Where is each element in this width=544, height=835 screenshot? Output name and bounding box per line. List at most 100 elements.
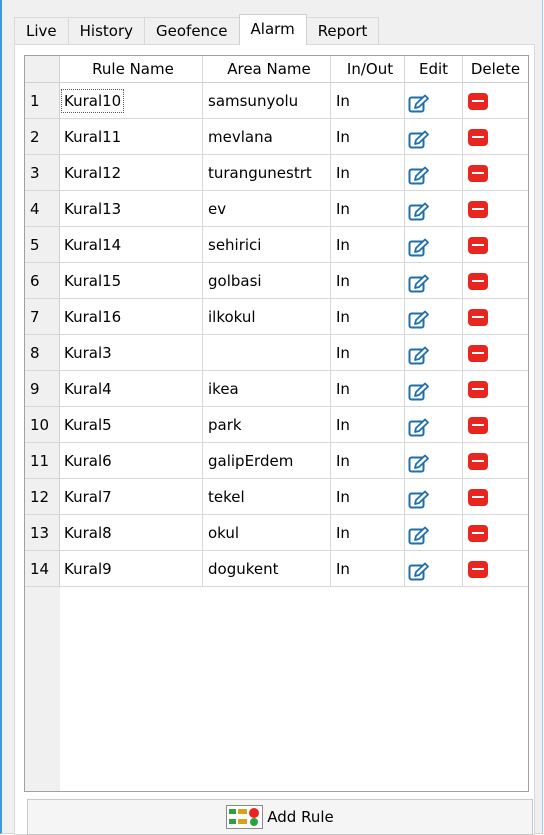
- delete-minus-icon[interactable]: [468, 237, 488, 254]
- delete-minus-icon[interactable]: [468, 201, 488, 218]
- column-header-edit[interactable]: Edit: [405, 56, 463, 83]
- row-index: 9: [25, 371, 60, 407]
- table-row[interactable]: 7 Kural16 ilkokul In: [25, 299, 528, 335]
- edit-pencil-icon[interactable]: [408, 487, 430, 509]
- in-out-cell[interactable]: In: [331, 551, 405, 587]
- in-out-cell[interactable]: In: [331, 479, 405, 515]
- edit-pencil-icon[interactable]: [408, 163, 430, 185]
- area-name-cell[interactable]: okul: [203, 515, 331, 551]
- in-out-cell[interactable]: In: [331, 83, 405, 119]
- table-row[interactable]: 1 Kural10 samsunyolu In: [25, 83, 528, 119]
- tab-live[interactable]: Live: [14, 17, 69, 44]
- table-row[interactable]: 5 Kural14 sehirici In: [25, 227, 528, 263]
- tab-bar: Live History Geofence Alarm Report: [14, 14, 380, 45]
- in-out-cell[interactable]: In: [331, 371, 405, 407]
- rule-name-cell[interactable]: Kural13: [60, 191, 203, 227]
- in-out-cell[interactable]: In: [331, 227, 405, 263]
- edit-pencil-icon[interactable]: [408, 127, 430, 149]
- area-name-cell[interactable]: sehirici: [203, 227, 331, 263]
- delete-minus-icon[interactable]: [468, 381, 488, 398]
- table-row[interactable]: 12 Kural7 tekel In: [25, 479, 528, 515]
- rule-name-cell[interactable]: Kural3: [60, 335, 203, 371]
- in-out-cell[interactable]: In: [331, 335, 405, 371]
- column-header-rule-name[interactable]: Rule Name: [60, 56, 203, 83]
- table-row[interactable]: 3 Kural12 turangunestrt In: [25, 155, 528, 191]
- area-name-cell[interactable]: park: [203, 407, 331, 443]
- column-header-delete[interactable]: Delete: [463, 56, 528, 83]
- rule-name-cell[interactable]: Kural10: [60, 83, 203, 119]
- delete-minus-icon[interactable]: [468, 165, 488, 182]
- rule-name-cell[interactable]: Kural16: [60, 299, 203, 335]
- area-name-cell[interactable]: samsunyolu: [203, 83, 331, 119]
- rule-name-cell[interactable]: Kural8: [60, 515, 203, 551]
- delete-minus-icon[interactable]: [468, 345, 488, 362]
- delete-minus-icon[interactable]: [468, 93, 488, 110]
- area-name-cell[interactable]: golbasi: [203, 263, 331, 299]
- rule-name-cell[interactable]: Kural7: [60, 479, 203, 515]
- rule-name-cell[interactable]: Kural11: [60, 119, 203, 155]
- in-out-cell[interactable]: In: [331, 407, 405, 443]
- rule-name-cell[interactable]: Kural4: [60, 371, 203, 407]
- area-name-cell[interactable]: ilkokul: [203, 299, 331, 335]
- edit-pencil-icon[interactable]: [408, 379, 430, 401]
- delete-minus-icon[interactable]: [468, 489, 488, 506]
- delete-minus-icon[interactable]: [468, 309, 488, 326]
- in-out-cell[interactable]: In: [331, 155, 405, 191]
- rule-name-cell[interactable]: Kural5: [60, 407, 203, 443]
- table-row[interactable]: 2 Kural11 mevlana In: [25, 119, 528, 155]
- delete-minus-icon[interactable]: [468, 453, 488, 470]
- area-name-cell[interactable]: [203, 335, 331, 371]
- edit-cell: [405, 515, 463, 551]
- rule-name-cell[interactable]: Kural14: [60, 227, 203, 263]
- rule-name-cell[interactable]: Kural6: [60, 443, 203, 479]
- tab-report[interactable]: Report: [305, 17, 380, 44]
- tab-history[interactable]: History: [67, 17, 146, 44]
- area-name-cell[interactable]: mevlana: [203, 119, 331, 155]
- table-row[interactable]: 11 Kural6 galipErdem In: [25, 443, 528, 479]
- in-out-cell[interactable]: In: [331, 119, 405, 155]
- rule-name-cell[interactable]: Kural12: [60, 155, 203, 191]
- edit-pencil-icon[interactable]: [408, 199, 430, 221]
- table-row[interactable]: 9 Kural4 ikea In: [25, 371, 528, 407]
- delete-minus-icon[interactable]: [468, 273, 488, 290]
- delete-cell: [463, 479, 528, 515]
- in-out-cell[interactable]: In: [331, 299, 405, 335]
- edit-pencil-icon[interactable]: [408, 451, 430, 473]
- in-out-cell[interactable]: In: [331, 263, 405, 299]
- add-rule-button[interactable]: Add Rule: [27, 799, 533, 835]
- table-row[interactable]: 8 Kural3 In: [25, 335, 528, 371]
- area-name-cell[interactable]: galipErdem: [203, 443, 331, 479]
- area-name-cell[interactable]: dogukent: [203, 551, 331, 587]
- edit-pencil-icon[interactable]: [408, 415, 430, 437]
- area-name-cell[interactable]: ikea: [203, 371, 331, 407]
- delete-minus-icon[interactable]: [468, 525, 488, 542]
- in-out-cell[interactable]: In: [331, 443, 405, 479]
- area-name-cell[interactable]: tekel: [203, 479, 331, 515]
- column-header-in-out[interactable]: In/Out: [331, 56, 405, 83]
- edit-pencil-icon[interactable]: [408, 523, 430, 545]
- delete-minus-icon[interactable]: [468, 561, 488, 578]
- table-row[interactable]: 4 Kural13 ev In: [25, 191, 528, 227]
- column-header-area-name[interactable]: Area Name: [203, 56, 331, 83]
- delete-minus-icon[interactable]: [468, 129, 488, 146]
- table-header-row: Rule Name Area Name In/Out Edit Delete: [25, 56, 528, 83]
- in-out-cell[interactable]: In: [331, 515, 405, 551]
- edit-pencil-icon[interactable]: [408, 91, 430, 113]
- delete-minus-icon[interactable]: [468, 417, 488, 434]
- table-row[interactable]: 14 Kural9 dogukent In: [25, 551, 528, 587]
- edit-pencil-icon[interactable]: [408, 559, 430, 581]
- edit-pencil-icon[interactable]: [408, 307, 430, 329]
- table-row[interactable]: 6 Kural15 golbasi In: [25, 263, 528, 299]
- in-out-cell[interactable]: In: [331, 191, 405, 227]
- rule-name-cell[interactable]: Kural15: [60, 263, 203, 299]
- tab-geofence[interactable]: Geofence: [144, 17, 240, 44]
- edit-pencil-icon[interactable]: [408, 343, 430, 365]
- area-name-cell[interactable]: ev: [203, 191, 331, 227]
- table-row[interactable]: 13 Kural8 okul In: [25, 515, 528, 551]
- edit-pencil-icon[interactable]: [408, 271, 430, 293]
- rule-name-cell[interactable]: Kural9: [60, 551, 203, 587]
- table-row[interactable]: 10 Kural5 park In: [25, 407, 528, 443]
- area-name-cell[interactable]: turangunestrt: [203, 155, 331, 191]
- tab-alarm[interactable]: Alarm: [238, 14, 307, 45]
- edit-pencil-icon[interactable]: [408, 235, 430, 257]
